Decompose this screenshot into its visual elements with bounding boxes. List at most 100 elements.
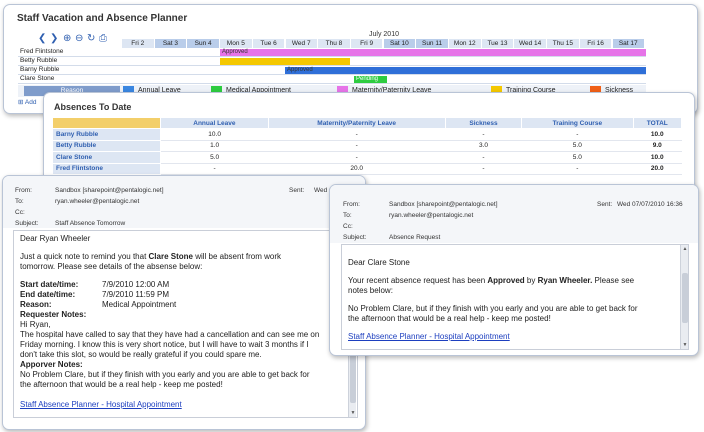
email-header <box>330 185 698 243</box>
approval-email-window: From: Sandbox [sharepoint@pentalogic.net… <box>329 184 699 356</box>
req-line-1: Hi Ryan, <box>20 320 51 329</box>
value-cell: 5.0 <box>160 151 268 164</box>
total-cell: 9.0 <box>633 140 682 152</box>
total-cell: 10.0 <box>633 151 682 164</box>
staff-name[interactable]: Barny Rubble <box>20 66 122 73</box>
month-label: July 2010 <box>369 31 399 38</box>
intro-text-tail: will be absent from work <box>192 252 282 261</box>
day-header: Mon 12 <box>449 39 482 48</box>
value-cell: - <box>521 163 633 175</box>
day-header: Sat 17 <box>612 39 645 48</box>
refresh-icon[interactable]: ↻ <box>87 33 95 44</box>
from-label: From: <box>343 201 360 208</box>
staff-name[interactable]: Betty Rubble <box>20 57 122 64</box>
value-cell: - <box>268 128 446 141</box>
note-line-2: the afternoon that would be a real help … <box>348 314 551 323</box>
staff-name[interactable]: Clare Stone <box>20 75 122 82</box>
end-label: End date/time: <box>20 290 76 299</box>
absence-bar[interactable]: Pending <box>354 76 387 83</box>
value-cell: - <box>445 151 522 164</box>
day-header: Fri 9 <box>350 39 384 48</box>
person-name-cell[interactable]: Barny Rubble <box>51 128 162 141</box>
staff-name[interactable]: Fred Flintstone <box>20 48 122 55</box>
col-training[interactable]: Training Course <box>521 117 634 129</box>
to-value: ryan.wheeler@pentalogic.net <box>389 212 474 219</box>
col-annual-leave[interactable]: Annual Leave <box>160 117 269 129</box>
add-icon: ⊞ <box>18 99 24 106</box>
table-row: Clare Stone 5.0- -5.0 10.0 <box>51 151 682 164</box>
print-icon[interactable]: ⎙ <box>99 33 107 44</box>
day-header: Tue 13 <box>481 39 515 48</box>
requester-notes-label: Requester Notes: <box>20 310 87 319</box>
absences-table: Annual Leave Maternity/Paternity Leave S… <box>51 117 682 175</box>
app-line-2: the afternoon that would be a real help … <box>20 380 223 389</box>
absence-bar[interactable] <box>220 58 350 65</box>
status-text: Approved <box>487 276 525 285</box>
col-maternity[interactable]: Maternity/Paternity Leave <box>267 117 446 129</box>
col-total[interactable]: TOTAL <box>632 117 682 129</box>
value-cell: 1.0 <box>160 140 268 152</box>
planner-link[interactable]: Staff Absence Planner - Hospital Appoint… <box>20 400 182 409</box>
approver-name: Ryan Wheeler. <box>537 276 593 285</box>
absence-bar[interactable]: Approved <box>220 49 646 56</box>
absence-bar[interactable]: Approved <box>285 67 646 74</box>
day-header: Tue 6 <box>252 39 286 48</box>
day-header: Mon 5 <box>220 39 253 48</box>
person-name-cell[interactable]: Fred Flintstone <box>51 162 162 175</box>
previous-icon[interactable]: ❮ <box>38 33 46 44</box>
req-line-3: Friday morning. I know this is very shor… <box>20 340 309 349</box>
table-row: Fred Flintstone -20.0- -20.0 <box>51 162 682 175</box>
day-header: Sun 11 <box>416 39 449 48</box>
zoom-out-icon[interactable]: ⊖ <box>75 33 83 44</box>
intro-line-1: Just a quick note to remind you that Cla… <box>20 252 281 261</box>
day-header: Wed 7 <box>285 39 318 48</box>
body-line-2: notes below: <box>348 286 393 295</box>
day-header: Fri 2 <box>122 39 155 48</box>
scroll-down-icon[interactable]: ▼ <box>681 342 689 348</box>
req-line-4: don't take this slot, so would be really… <box>20 350 262 359</box>
table-header-row: Annual Leave Maternity/Paternity Leave S… <box>51 117 682 129</box>
day-header: Sat 10 <box>383 39 417 48</box>
subject-label: Subject: <box>343 234 367 241</box>
note-line-1: No Problem Clare, but if they finish wit… <box>348 304 638 313</box>
day-header: Thu 8 <box>318 39 351 48</box>
intro-line-2: tomorrow. Please see details of the abse… <box>20 262 203 271</box>
zoom-in-icon[interactable]: ⊕ <box>63 33 71 44</box>
planner-link[interactable]: Staff Absence Planner - Hospital Appoint… <box>348 332 510 341</box>
value-cell: - <box>445 163 522 175</box>
table-corner-cell <box>51 117 162 129</box>
sent-value: Wed 07/07/2010 16:36 <box>617 201 683 208</box>
absences-title: Absences To Date <box>54 102 132 112</box>
reminder-email-window: From: Sandbox [sharepoint@pentalogic.net… <box>2 175 366 430</box>
value-cell: 10.0 <box>160 128 268 141</box>
value-cell: - <box>268 151 446 164</box>
reason-value: Medical Appointment <box>102 300 177 309</box>
body-text: Your recent absence request has been <box>348 276 488 285</box>
value-cell: - <box>445 128 522 141</box>
day-header: Sat 3 <box>154 39 188 48</box>
from-value: Sandbox [sharepoint@pentalogic.net] <box>389 201 498 208</box>
body-text-tail: Please see <box>592 276 635 285</box>
total-cell: 10.0 <box>633 128 682 141</box>
person-name-cell[interactable]: Betty Rubble <box>51 139 162 152</box>
value-cell: - <box>160 163 268 175</box>
greeting: Dear Clare Stone <box>348 258 410 267</box>
subject-value: Absence Request <box>389 234 441 241</box>
scrollbar[interactable]: ▲ ▼ <box>680 245 688 349</box>
by-text: by <box>524 276 538 285</box>
add-link[interactable]: ⊞ Add <box>18 98 36 106</box>
value-cell: - <box>521 128 633 141</box>
from-value: Sandbox [sharepoint@pentalogic.net] <box>55 187 164 194</box>
scroll-down-icon[interactable]: ▼ <box>349 410 357 416</box>
scroll-thumb[interactable] <box>682 273 688 323</box>
person-name-cell[interactable]: Clare Stone <box>51 151 162 164</box>
next-icon[interactable]: ❯ <box>50 33 58 44</box>
start-label: Start date/time: <box>20 280 79 289</box>
value-cell: 5.0 <box>521 140 633 152</box>
from-label: From: <box>15 187 32 194</box>
col-sickness[interactable]: Sickness <box>444 117 523 129</box>
greeting: Dear Ryan Wheeler <box>20 234 91 243</box>
sent-label: Sent: <box>289 187 305 194</box>
subject-label: Subject: <box>15 220 39 227</box>
scroll-up-icon[interactable]: ▲ <box>681 246 689 252</box>
